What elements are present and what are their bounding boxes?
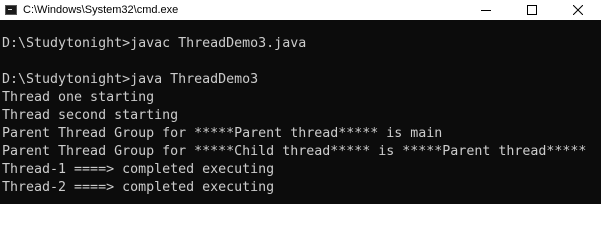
vertical-scrollbar[interactable] [597,20,601,204]
console-line: Thread-1 ====> completed executing [2,162,275,177]
window-title: C:\Windows\System32\cmd.exe [23,4,179,16]
maximize-button[interactable] [509,0,555,20]
console-output[interactable]: D:\Studytonight>javac ThreadDemo3.java D… [0,20,601,204]
console-line: D:\Studytonight>javac ThreadDemo3.java [2,36,307,51]
window-controls [463,0,601,20]
console-line: Parent Thread Group for *****Child threa… [2,144,587,159]
close-button[interactable] [555,0,601,20]
console-line: Thread-2 ====> completed executing [2,180,275,195]
minimize-button[interactable] [463,0,509,20]
maximize-icon [527,5,537,15]
console-line: D:\Studytonight>java ThreadDemo3 [2,72,259,87]
minimize-icon [481,10,491,11]
console-line: Parent Thread Group for *****Parent thre… [2,126,443,141]
title-bar[interactable]: C:\Windows\System32\cmd.exe [0,0,601,20]
console-line: Thread one starting [2,90,155,105]
console-app-icon[interactable] [5,5,17,15]
cmd-window: C:\Windows\System32\cmd.exe D:\Studytoni… [0,0,601,204]
console-text: D:\Studytonight>javac ThreadDemo3.java D… [2,35,586,197]
console-line: Thread second starting [2,108,179,123]
close-icon [573,5,583,15]
